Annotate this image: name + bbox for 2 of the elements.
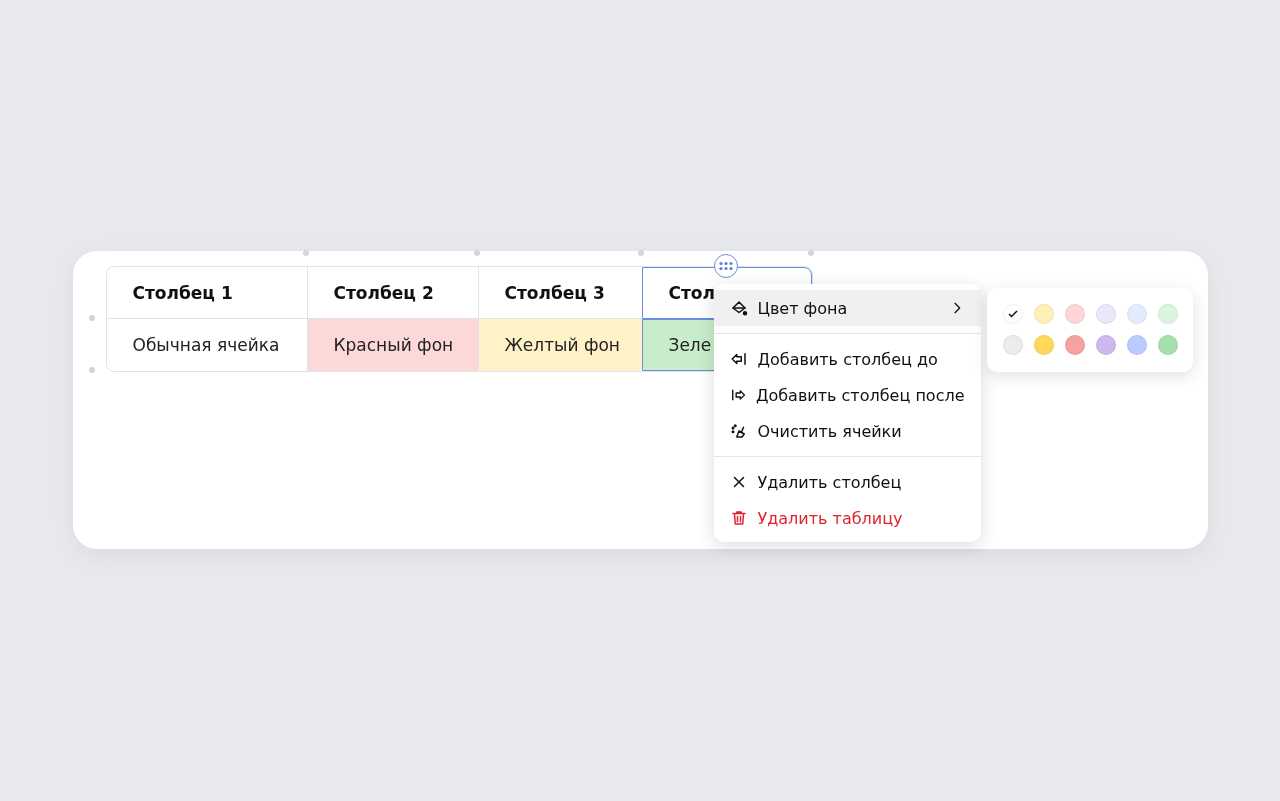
table-cell: Желтый фон bbox=[477, 319, 642, 371]
table-cell: Красный фон bbox=[306, 319, 478, 371]
